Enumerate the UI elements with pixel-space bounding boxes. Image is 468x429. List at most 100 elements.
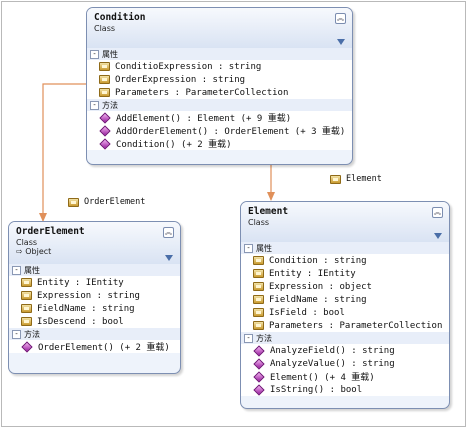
properties-section: - 属性 ConditioExpression : string OrderExp… <box>87 48 352 99</box>
methods-section: - 方法 AnalyzeField() : string AnalyzeValue… <box>241 332 449 396</box>
section-header[interactable]: - 方法 <box>9 328 180 340</box>
member-text: AddElement() : Element (+ 9 重载) <box>116 114 292 124</box>
member-row[interactable]: IsString() : bool <box>241 383 449 396</box>
association-text: Element <box>346 174 382 184</box>
property-icon <box>253 282 264 291</box>
property-icon <box>253 269 264 278</box>
property-icon <box>21 291 32 300</box>
association-label-order-element[interactable]: OrderElement <box>68 197 145 207</box>
property-icon <box>21 304 32 313</box>
member-text: Condition : string <box>269 255 367 266</box>
member-text: Expression : object <box>269 281 372 292</box>
member-text: AnalyzeField() : string <box>270 345 395 356</box>
properties-section: - 属性 Entity : IEntity Expression : string… <box>9 264 180 328</box>
base-class: ⇨ Object <box>16 247 52 256</box>
minus-icon[interactable]: - <box>244 243 253 253</box>
minus-icon[interactable]: - <box>12 329 21 339</box>
member-row[interactable]: Element() (+ 4 重载) <box>241 370 449 383</box>
method-icon <box>253 344 265 357</box>
member-row[interactable]: IsDescend : bool <box>9 315 180 328</box>
member-text: ConditioExpression : string <box>115 61 262 72</box>
member-row[interactable]: Parameters : ParameterCollection <box>241 319 449 332</box>
member-row[interactable]: AddElement() : Element (+ 9 重载) <box>87 111 352 124</box>
property-icon <box>253 321 264 330</box>
section-title: 方法 <box>102 100 118 110</box>
member-row[interactable]: Parameters : ParameterCollection <box>87 86 352 99</box>
minus-icon[interactable]: - <box>90 100 99 110</box>
property-icon <box>99 75 110 84</box>
method-icon <box>253 370 265 383</box>
member-text: Expression : string <box>37 290 140 301</box>
member-text: IsDescend : bool <box>37 316 124 327</box>
base-class-name: Object <box>25 247 52 256</box>
section-header[interactable]: - 属性 <box>9 264 180 276</box>
member-text: Parameters : ParameterCollection <box>269 320 443 331</box>
section-header[interactable]: - 属性 <box>241 242 449 254</box>
filter-icon[interactable] <box>434 233 442 239</box>
method-icon <box>253 357 265 370</box>
member-text: FieldName : string <box>37 303 135 314</box>
class-stereotype: Class <box>16 238 38 247</box>
section-title: 属性 <box>256 243 272 253</box>
member-text: Element() (+ 4 重载) <box>270 373 375 383</box>
class-stereotype: Class <box>94 24 116 33</box>
member-row[interactable]: AnalyzeValue() : string <box>241 357 449 370</box>
member-text: IsString() : bool <box>270 384 363 395</box>
method-icon <box>21 340 33 353</box>
collapse-icon[interactable]: ︽ <box>432 207 443 218</box>
filter-icon[interactable] <box>337 39 345 45</box>
member-row[interactable]: FieldName : string <box>241 293 449 306</box>
member-row[interactable]: OrderElement() (+ 2 重载) <box>9 340 180 353</box>
class-header: Element Class ︽ <box>241 202 449 242</box>
property-icon <box>253 308 264 317</box>
member-text: OrderElement() (+ 2 重载) <box>38 343 170 353</box>
collapse-icon[interactable]: ︽ <box>163 227 174 238</box>
methods-section: - 方法 OrderElement() (+ 2 重载) <box>9 328 180 353</box>
member-text: Parameters : ParameterCollection <box>115 87 289 98</box>
member-row[interactable]: AnalyzeField() : string <box>241 344 449 357</box>
class-header: OrderElement Class ⇨ Object ︽ <box>9 222 180 264</box>
member-row[interactable]: Expression : string <box>9 289 180 302</box>
member-row[interactable]: Expression : object <box>241 280 449 293</box>
class-title: Element <box>248 206 289 217</box>
minus-icon[interactable]: - <box>12 265 21 275</box>
property-icon <box>68 197 79 207</box>
section-title: 属性 <box>24 265 40 275</box>
class-box-element[interactable]: Element Class ︽ - 属性 Condition : string E… <box>240 201 450 409</box>
filter-icon[interactable] <box>165 255 173 261</box>
arrowhead-element <box>267 192 275 201</box>
member-row[interactable]: ConditioExpression : string <box>87 60 352 73</box>
member-row[interactable]: Entity : IEntity <box>9 276 180 289</box>
member-row[interactable]: Condition() (+ 2 重载) <box>87 137 352 150</box>
minus-icon[interactable]: - <box>244 333 253 343</box>
property-icon <box>21 278 32 287</box>
member-text: Entity : IEntity <box>37 277 124 288</box>
class-title: OrderElement <box>16 226 85 237</box>
section-title: 方法 <box>24 329 40 339</box>
class-title: Condition <box>94 12 146 23</box>
collapse-icon[interactable]: ︽ <box>335 13 346 24</box>
property-icon <box>99 88 110 97</box>
method-icon <box>253 383 265 396</box>
member-row[interactable]: AddOrderElement() : OrderElement (+ 3 重载… <box>87 124 352 137</box>
member-row[interactable]: FieldName : string <box>9 302 180 315</box>
property-icon <box>21 317 32 326</box>
member-row[interactable]: IsField : bool <box>241 306 449 319</box>
association-label-element[interactable]: Element <box>330 174 382 184</box>
member-row[interactable]: Entity : IEntity <box>241 267 449 280</box>
member-text: Condition() (+ 2 重载) <box>116 140 232 150</box>
class-box-condition[interactable]: Condition Class ︽ - 属性 ConditioExpression… <box>86 7 353 165</box>
section-header[interactable]: - 属性 <box>87 48 352 60</box>
class-box-order-element[interactable]: OrderElement Class ⇨ Object ︽ - 属性 Entity… <box>8 221 181 374</box>
member-row[interactable]: OrderExpression : string <box>87 73 352 86</box>
member-text: IsField : bool <box>269 307 345 318</box>
member-text: FieldName : string <box>269 294 367 305</box>
member-text: AddOrderElement() : OrderElement (+ 3 重载… <box>116 127 346 137</box>
method-icon <box>99 124 111 137</box>
section-header[interactable]: - 方法 <box>241 332 449 344</box>
section-header[interactable]: - 方法 <box>87 99 352 111</box>
class-stereotype: Class <box>248 218 270 227</box>
member-row[interactable]: Condition : string <box>241 254 449 267</box>
minus-icon[interactable]: - <box>90 49 99 59</box>
section-title: 属性 <box>102 49 118 59</box>
